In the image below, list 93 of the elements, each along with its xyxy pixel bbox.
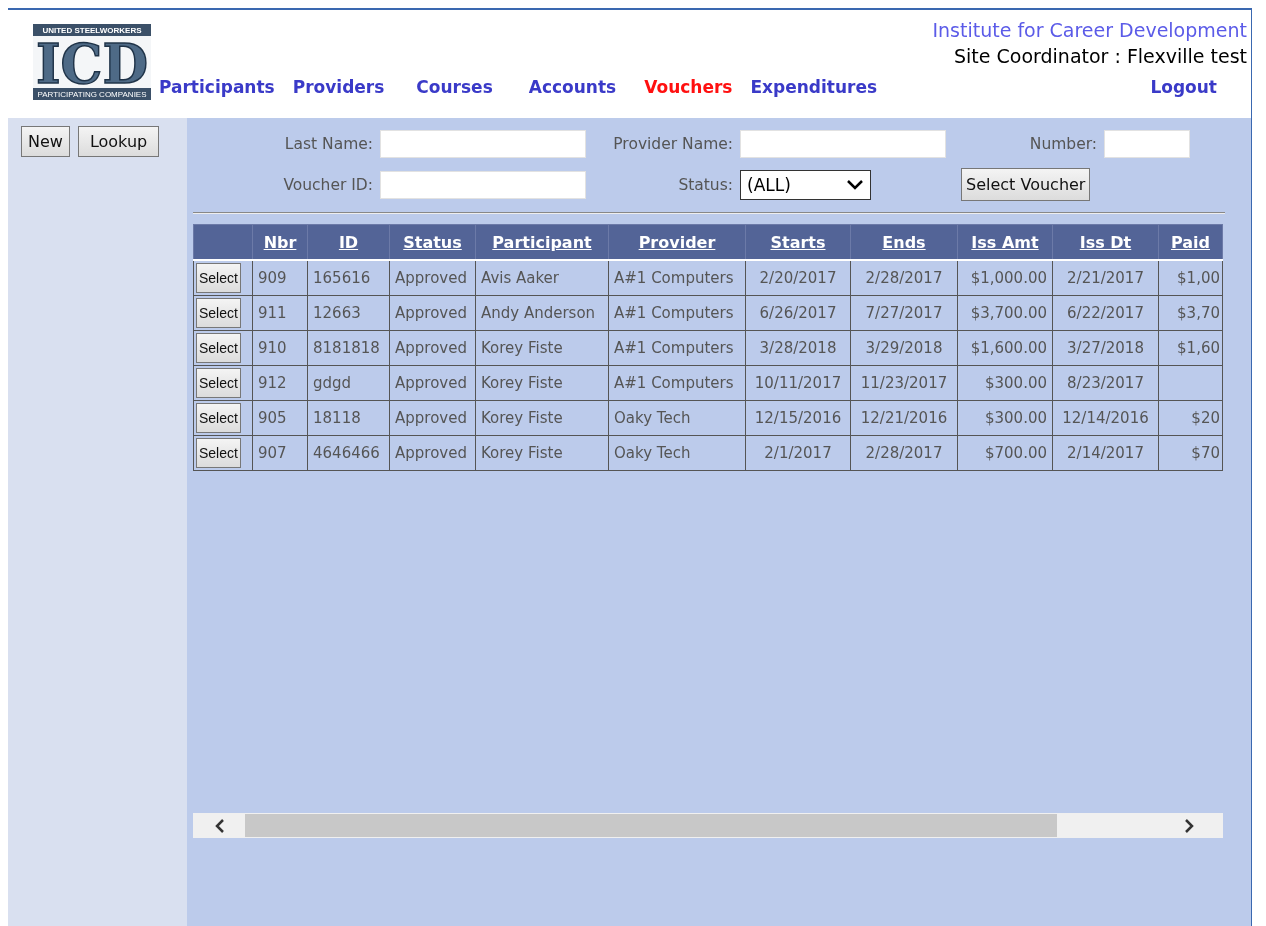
select-button[interactable]: Select	[196, 438, 241, 468]
table-cell: 12/15/2016	[745, 400, 851, 436]
scroll-left-icon[interactable]	[213, 818, 227, 833]
table-cell	[1158, 365, 1223, 401]
table-cell: 909	[252, 260, 308, 296]
nav-link[interactable]: Providers	[292, 77, 385, 97]
table-cell: A#1 Computers	[608, 365, 746, 401]
table-cell: 912	[252, 365, 308, 401]
table-cell: Approved	[389, 295, 476, 331]
select-button[interactable]: Select	[196, 403, 241, 433]
table-cell: Korey Fiste	[475, 330, 609, 366]
site-title: Institute for Career Development	[932, 19, 1247, 41]
table-cell: 911	[252, 295, 308, 331]
table-cell: 8181818	[307, 330, 390, 366]
table-cell: $300.00	[957, 400, 1053, 436]
table-cell: $700.00	[957, 435, 1053, 471]
scrollbar-thumb[interactable]	[245, 814, 1057, 837]
table-cell: 910	[252, 330, 308, 366]
table-cell: 907	[252, 435, 308, 471]
table-cell: 4646466	[307, 435, 390, 471]
select-button[interactable]: Select	[196, 298, 241, 328]
sidebar-button[interactable]: New	[21, 126, 70, 157]
logout-link[interactable]: Logout	[1150, 77, 1217, 97]
table-cell: A#1 Computers	[608, 260, 746, 296]
table-cell: $1,00	[1158, 260, 1223, 296]
table-cell: 12/14/2016	[1052, 400, 1159, 436]
table-cell: 2/1/2017	[745, 435, 851, 471]
nav-link[interactable]: Vouchers	[644, 77, 733, 97]
nav-link[interactable]: Expenditures	[750, 77, 878, 97]
table-cell: 6/26/2017	[745, 295, 851, 331]
table-cell: 18118	[307, 400, 390, 436]
input-field[interactable]	[380, 170, 586, 199]
input-field[interactable]	[740, 130, 946, 158]
input-field[interactable]	[1104, 130, 1190, 158]
status-dropdown[interactable]: (ALL)	[740, 169, 871, 200]
table-cell: 2/28/2017	[850, 435, 958, 471]
table-cell: 6/22/2017	[1052, 295, 1159, 331]
table-cell: Approved	[389, 435, 476, 471]
table-cell: 8/23/2017	[1052, 365, 1159, 401]
table-cell: 7/27/2017	[850, 295, 958, 331]
field-label: Number:	[1028, 135, 1097, 153]
nav-link[interactable]: Accounts	[528, 77, 617, 97]
table-cell: 3/29/2018	[850, 330, 958, 366]
table-cell: $3,70	[1158, 295, 1223, 331]
table-cell: A#1 Computers	[608, 295, 746, 331]
table-cell: Avis Aaker	[475, 260, 609, 296]
table-cell: 3/28/2018	[745, 330, 851, 366]
table-cell: Approved	[389, 400, 476, 436]
sidebar-button[interactable]: Lookup	[77, 126, 160, 157]
table-cell: 2/20/2017	[745, 260, 851, 296]
table-cell: 2/21/2017	[1052, 260, 1159, 296]
table-cell: Approved	[389, 260, 476, 296]
table-cell: 12/21/2016	[850, 400, 958, 436]
table-cell: Korey Fiste	[475, 365, 609, 401]
field-label: Status:	[677, 175, 733, 194]
table-cell: 905	[252, 400, 308, 436]
table-cell: $3,700.00	[957, 295, 1053, 331]
table-cell: 2/14/2017	[1052, 435, 1159, 471]
table-cell: gdgd	[307, 365, 390, 401]
table-cell: Korey Fiste	[475, 400, 609, 436]
table-cell: Oaky Tech	[608, 400, 746, 436]
table-cell: 11/23/2017	[850, 365, 958, 401]
table-cell: Andy Anderson	[475, 295, 609, 331]
table-cell: Korey Fiste	[475, 435, 609, 471]
table-cell: Approved	[389, 365, 476, 401]
select-button[interactable]: Select	[196, 368, 241, 398]
table-cell: $20	[1158, 400, 1223, 436]
input-field[interactable]	[380, 130, 586, 158]
table-cell: 3/27/2018	[1052, 330, 1159, 366]
table-cell: 165616	[307, 260, 390, 296]
table-cell: 12663	[307, 295, 390, 331]
table-cell: 2/28/2017	[850, 260, 958, 296]
table-cell: Approved	[389, 330, 476, 366]
table-cell: Oaky Tech	[608, 435, 746, 471]
table-cell: $1,600.00	[957, 330, 1053, 366]
select-voucher-button[interactable]: Select Voucher	[961, 168, 1091, 201]
chevron-down-icon	[846, 178, 864, 191]
select-button[interactable]: Select	[196, 333, 241, 363]
table-cell: $1,60	[1158, 330, 1223, 366]
select-button[interactable]: Select	[196, 263, 241, 293]
field-label: Last Name:	[283, 135, 373, 153]
table-cell: 10/11/2017	[745, 365, 851, 401]
table-cell: $300.00	[957, 365, 1053, 401]
nav-link[interactable]: Courses	[416, 77, 493, 97]
column-header-link[interactable]: ID	[338, 232, 359, 252]
scroll-right-icon[interactable]	[1182, 818, 1196, 833]
field-label: Voucher ID:	[282, 175, 373, 194]
table-cell: A#1 Computers	[608, 330, 746, 366]
table-cell: $1,000.00	[957, 260, 1053, 296]
table-cell: $70	[1158, 435, 1223, 471]
field-label: Provider Name:	[612, 135, 733, 153]
nav-link[interactable]: Participants	[159, 77, 275, 97]
user-role: Site Coordinator : Flexville test	[954, 45, 1247, 67]
